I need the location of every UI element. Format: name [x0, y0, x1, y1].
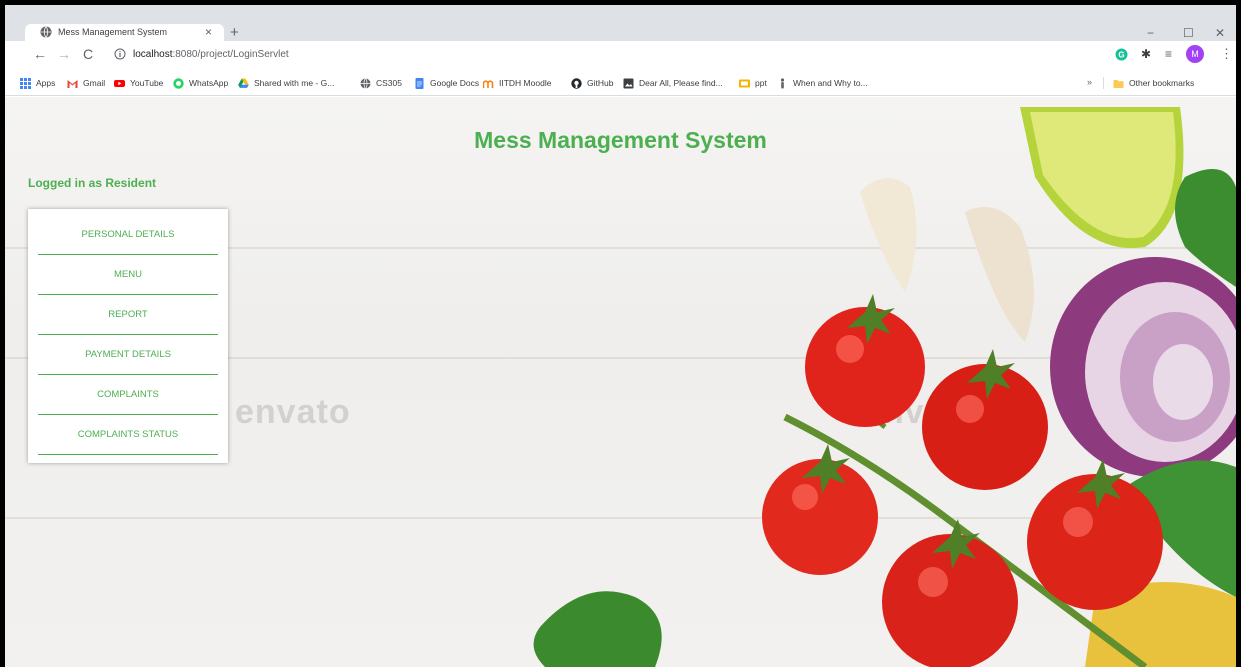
bookmark-label: WhatsApp [189, 78, 229, 88]
vegetables-background-image [533, 107, 1236, 667]
screenshot-frame: Mess Management System × + − ☐ ✕ ← → C l… [0, 0, 1241, 667]
bookmark-ppt[interactable]: ppt [739, 76, 767, 90]
bookmark-label: GitHub [587, 78, 614, 88]
bookmark-when-and-why[interactable]: When and Why to... [777, 76, 868, 90]
bookmark-iitdh-moodle[interactable]: IITDH Moodle [483, 76, 551, 90]
youtube-icon [114, 79, 125, 87]
back-button[interactable]: ← [33, 47, 47, 61]
svg-text:G: G [1118, 51, 1124, 60]
minimize-button[interactable]: − [1147, 27, 1154, 39]
menu-item-complaints-status[interactable]: COMPLAINTS STATUS [38, 415, 218, 455]
more-bookmarks-chevron-icon[interactable]: » [1087, 77, 1092, 87]
browser-toolbar: ← → C localhost:8080/project/LoginServle… [5, 41, 1236, 69]
tab-strip: Mess Management System × + − ☐ ✕ [5, 5, 1236, 41]
url-host: localhost [133, 49, 173, 60]
gmail-icon [67, 79, 78, 88]
moodle-icon [483, 79, 494, 88]
close-window-button[interactable]: ✕ [1215, 27, 1225, 39]
bookmark-dear-all[interactable]: Dear All, Please find... [623, 76, 723, 90]
profile-avatar[interactable]: M [1186, 45, 1204, 63]
menu-item-payment-details[interactable]: PAYMENT DETAILS [38, 335, 218, 375]
url-text: localhost:8080/project/LoginServlet [133, 49, 289, 60]
bookmarks-bar: Apps Gmail YouTube WhatsApp Shared with … [5, 69, 1236, 96]
bookmark-separator [1103, 77, 1104, 89]
maximize-button[interactable]: ☐ [1183, 27, 1194, 39]
apps-grid-icon [20, 77, 31, 89]
google-drive-icon [238, 78, 249, 88]
tab-close-icon[interactable]: × [205, 25, 212, 39]
github-icon [571, 77, 582, 89]
slides-icon [739, 79, 750, 87]
login-status: Logged in as Resident [28, 176, 157, 190]
bookmark-gmail[interactable]: Gmail [67, 76, 105, 90]
bookmark-google-docs[interactable]: Google Docs [414, 76, 479, 90]
browser-window: Mess Management System × + − ☐ ✕ ← → C l… [5, 5, 1236, 667]
figure-icon [780, 77, 785, 88]
sidebar-menu: PERSONAL DETAILS MENU REPORT PAYMENT DET… [28, 209, 228, 463]
page-viewport: envato envato Mess Management System Log… [5, 97, 1236, 667]
tab-mess-management[interactable]: Mess Management System × [25, 24, 224, 41]
url-path: :8080/project/LoginServlet [172, 49, 289, 60]
bookmark-label: Shared with me - G... [254, 78, 335, 88]
bookmark-label: YouTube [130, 78, 164, 88]
bookmark-other-bookmarks[interactable]: Other bookmarks [1113, 76, 1194, 90]
bookmark-label: Google Docs [430, 78, 480, 88]
bookmark-label: ppt [755, 78, 767, 88]
menu-item-report[interactable]: REPORT [38, 295, 218, 335]
menu-item-complaints[interactable]: COMPLAINTS [38, 375, 218, 415]
reload-button[interactable]: C [83, 47, 93, 61]
globe-icon [40, 26, 52, 38]
globe-icon [360, 77, 371, 89]
bookmark-shared-with-me[interactable]: Shared with me - G... [238, 76, 334, 90]
google-docs-icon [415, 77, 424, 89]
bookmark-label: Apps [36, 78, 56, 88]
site-info-icon[interactable] [114, 48, 126, 60]
browser-menu-icon[interactable]: ⋮ [1220, 47, 1233, 60]
bookmark-label: Other bookmarks [1129, 78, 1195, 88]
bookmark-label: IITDH Moodle [499, 78, 552, 88]
bookmark-label: Dear All, Please find... [639, 78, 723, 88]
doc-image-icon [623, 78, 634, 88]
grammarly-extension-icon[interactable]: G [1115, 48, 1128, 61]
address-bar[interactable]: localhost:8080/project/LoginServlet ☆ [107, 44, 1197, 66]
tab-title: Mess Management System [58, 27, 168, 37]
menu-item-menu[interactable]: MENU [38, 255, 218, 295]
bookmark-label: When and Why to... [793, 78, 868, 88]
bookmark-github[interactable]: GitHub [571, 76, 613, 90]
reading-list-icon[interactable]: ≡ [1165, 48, 1178, 61]
menu-item-personal-details[interactable]: PERSONAL DETAILS [38, 215, 218, 255]
folder-icon [1113, 79, 1124, 88]
bookmark-apps[interactable]: Apps [20, 76, 55, 90]
bookmark-cs305[interactable]: CS305 [360, 76, 402, 90]
bookmark-whatsapp[interactable]: WhatsApp [173, 76, 228, 90]
envato-watermark: envato [235, 393, 351, 431]
extensions-puzzle-icon[interactable]: ✱ [1141, 48, 1154, 61]
bookmark-label: CS305 [376, 78, 402, 88]
page-title: Mess Management System [474, 127, 767, 153]
bookmark-label: Gmail [83, 78, 106, 88]
new-tab-button[interactable]: + [230, 25, 239, 40]
forward-button[interactable]: → [57, 47, 71, 61]
bookmark-youtube[interactable]: YouTube [114, 76, 163, 90]
whatsapp-icon [173, 77, 184, 89]
